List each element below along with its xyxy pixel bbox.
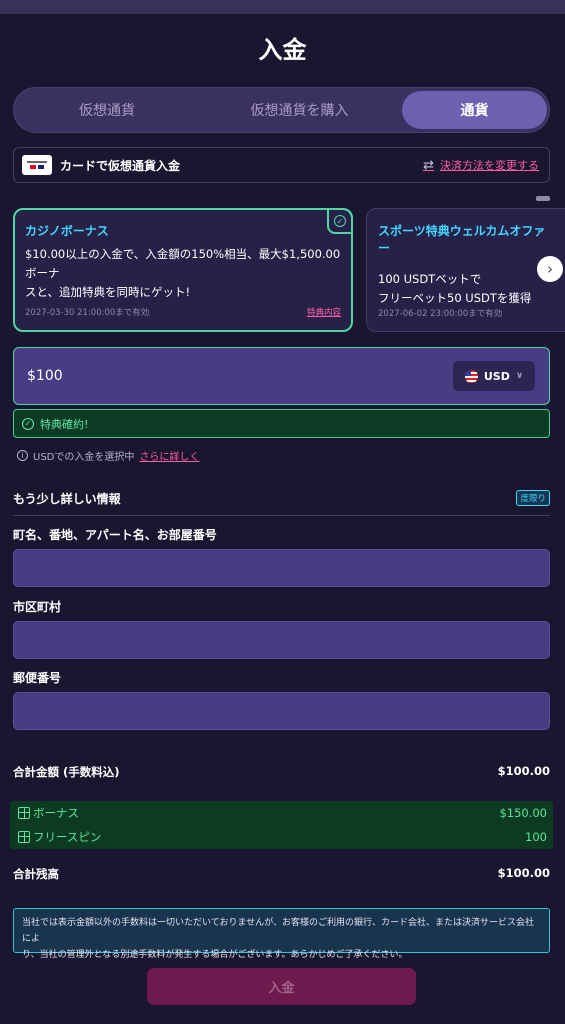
bonus-description-line: スと、追加特典を同時にゲット!: [25, 285, 191, 299]
total-amount-value: $100.00: [497, 764, 550, 778]
address-label: 町名、番地、アパート名、お部屋番号: [13, 528, 217, 542]
bonus-label: ボーナス: [33, 806, 79, 820]
bonus-description: 100 USDTベットで フリーベット50 USDTを獲得: [378, 270, 554, 308]
freespin-value: 100: [525, 830, 547, 844]
currency-info-text: USDでの入金を選択中: [33, 452, 135, 463]
bonus-description-line: 100 USDTベットで: [378, 272, 482, 286]
payment-type-tabs: 仮想通貨 仮想通貨を購入 通貨: [13, 87, 550, 133]
bonus-card-sports[interactable]: スポーツ特典ウェルカムオファー 100 USDTベットで フリーベット50 US…: [366, 208, 565, 332]
postal-code-label: 郵便番号: [13, 671, 62, 685]
us-flag-icon: [464, 369, 478, 383]
card-logo-icon: [22, 155, 52, 175]
bonus-summary-box: ボーナス $150.00 フリースピン 100: [10, 801, 553, 849]
bonus-description-line: フリーベット50 USDTを獲得: [378, 291, 532, 305]
total-amount-label: 合計金額 (手数料込): [13, 765, 120, 779]
details-heading: もう少し詳しい情報: [13, 492, 121, 506]
currency-select[interactable]: USD ∨: [453, 361, 535, 391]
page-title: 入金: [258, 36, 307, 64]
gift-icon: [18, 831, 30, 843]
learn-more-link[interactable]: さらに詳しく: [139, 448, 199, 463]
bonus-title: カジノボーナス: [25, 224, 109, 238]
postal-code-field[interactable]: [13, 692, 550, 730]
swap-icon: ⇄: [423, 157, 434, 173]
total-balance-row: 合計残高 $100.00: [13, 866, 550, 882]
carousel-next-button[interactable]: ›: [537, 256, 563, 282]
details-section-header: もう少し詳しい情報 度限り: [13, 490, 550, 516]
bonus-confirmed-text: 特典確約!: [40, 417, 89, 431]
chevron-down-icon: ∨: [515, 371, 524, 381]
change-payment-method-link[interactable]: ⇄ 決済方法を変更する: [423, 157, 539, 173]
freespin-row: フリースピン 100: [18, 829, 547, 845]
bonus-valid-until: 2027-03-30 21:00:00まで有効: [25, 308, 150, 318]
tab-crypto[interactable]: 仮想通貨: [17, 91, 197, 129]
address-field[interactable]: [13, 549, 550, 587]
bonus-description-line: $10.00以上の入金で、入金額の150%相当、最大$1,500.00ボーナ: [25, 247, 341, 280]
total-balance-label: 合計残高: [13, 867, 59, 881]
info-icon: i: [17, 450, 28, 461]
bonus-confirmed-banner: ✓ 特典確約!: [13, 409, 550, 438]
payment-method-bar: カードで仮想通貨入金 ⇄ 決済方法を変更する: [13, 147, 550, 183]
deposit-button[interactable]: 入金: [147, 968, 416, 1005]
payment-method-label: カードで仮想通貨入金: [60, 158, 181, 173]
check-icon: ✓: [22, 417, 34, 430]
city-label: 市区町村: [13, 600, 62, 614]
bonus-details-link[interactable]: 特典内容: [307, 306, 341, 318]
freespin-label: フリースピン: [33, 830, 102, 844]
amount-input[interactable]: $100 USD ∨: [13, 347, 550, 405]
bonus-description: $10.00以上の入金で、入金額の150%相当、最大$1,500.00ボーナ ス…: [25, 245, 341, 302]
total-amount-row: 合計金額 (手数料込) $100.00: [13, 764, 550, 780]
bonus-row: ボーナス $150.00: [18, 805, 547, 821]
total-balance-value: $100.00: [497, 866, 550, 880]
tab-buy-crypto[interactable]: 仮想通貨を購入: [197, 91, 402, 129]
currency-code: USD: [483, 369, 510, 383]
selected-check-badge: ✓: [327, 208, 353, 234]
change-payment-method-label: 決済方法を変更する: [440, 159, 539, 172]
gift-icon: [18, 807, 30, 819]
bonus-valid-until: 2027-06-02 23:00:00まで有効: [378, 309, 503, 319]
bonus-title: スポーツ特典ウェルカムオファー: [378, 224, 546, 255]
top-bar: [0, 0, 565, 14]
bonus-card-casino[interactable]: ✓ カジノボーナス $10.00以上の入金で、入金額の150%相当、最大$1,5…: [13, 208, 353, 332]
bonus-value: $150.00: [499, 806, 547, 820]
fee-notice: 当社では表示金額以外の手数料は一切いただいておりませんが、お客様のご利用の銀行、…: [13, 908, 550, 960]
chevron-right-icon: ›: [547, 260, 553, 278]
fee-notice-line: り、当社の管理外となる別途手数料が発生する場合がございます。あらかじめご了承くだ…: [22, 950, 408, 960]
fee-notice-line: 当社では表示金額以外の手数料は一切いただいておりませんが、お客様のご利用の銀行、…: [22, 918, 535, 944]
city-field[interactable]: [13, 621, 550, 659]
amount-value: $100: [27, 368, 63, 384]
tab-currency[interactable]: 通貨: [402, 91, 547, 129]
carousel-indicator: [536, 196, 550, 201]
check-icon: ✓: [334, 215, 346, 227]
currency-info: i USDでの入金を選択中 さらに詳しく: [17, 448, 199, 463]
one-time-badge: 度限り: [516, 490, 550, 506]
